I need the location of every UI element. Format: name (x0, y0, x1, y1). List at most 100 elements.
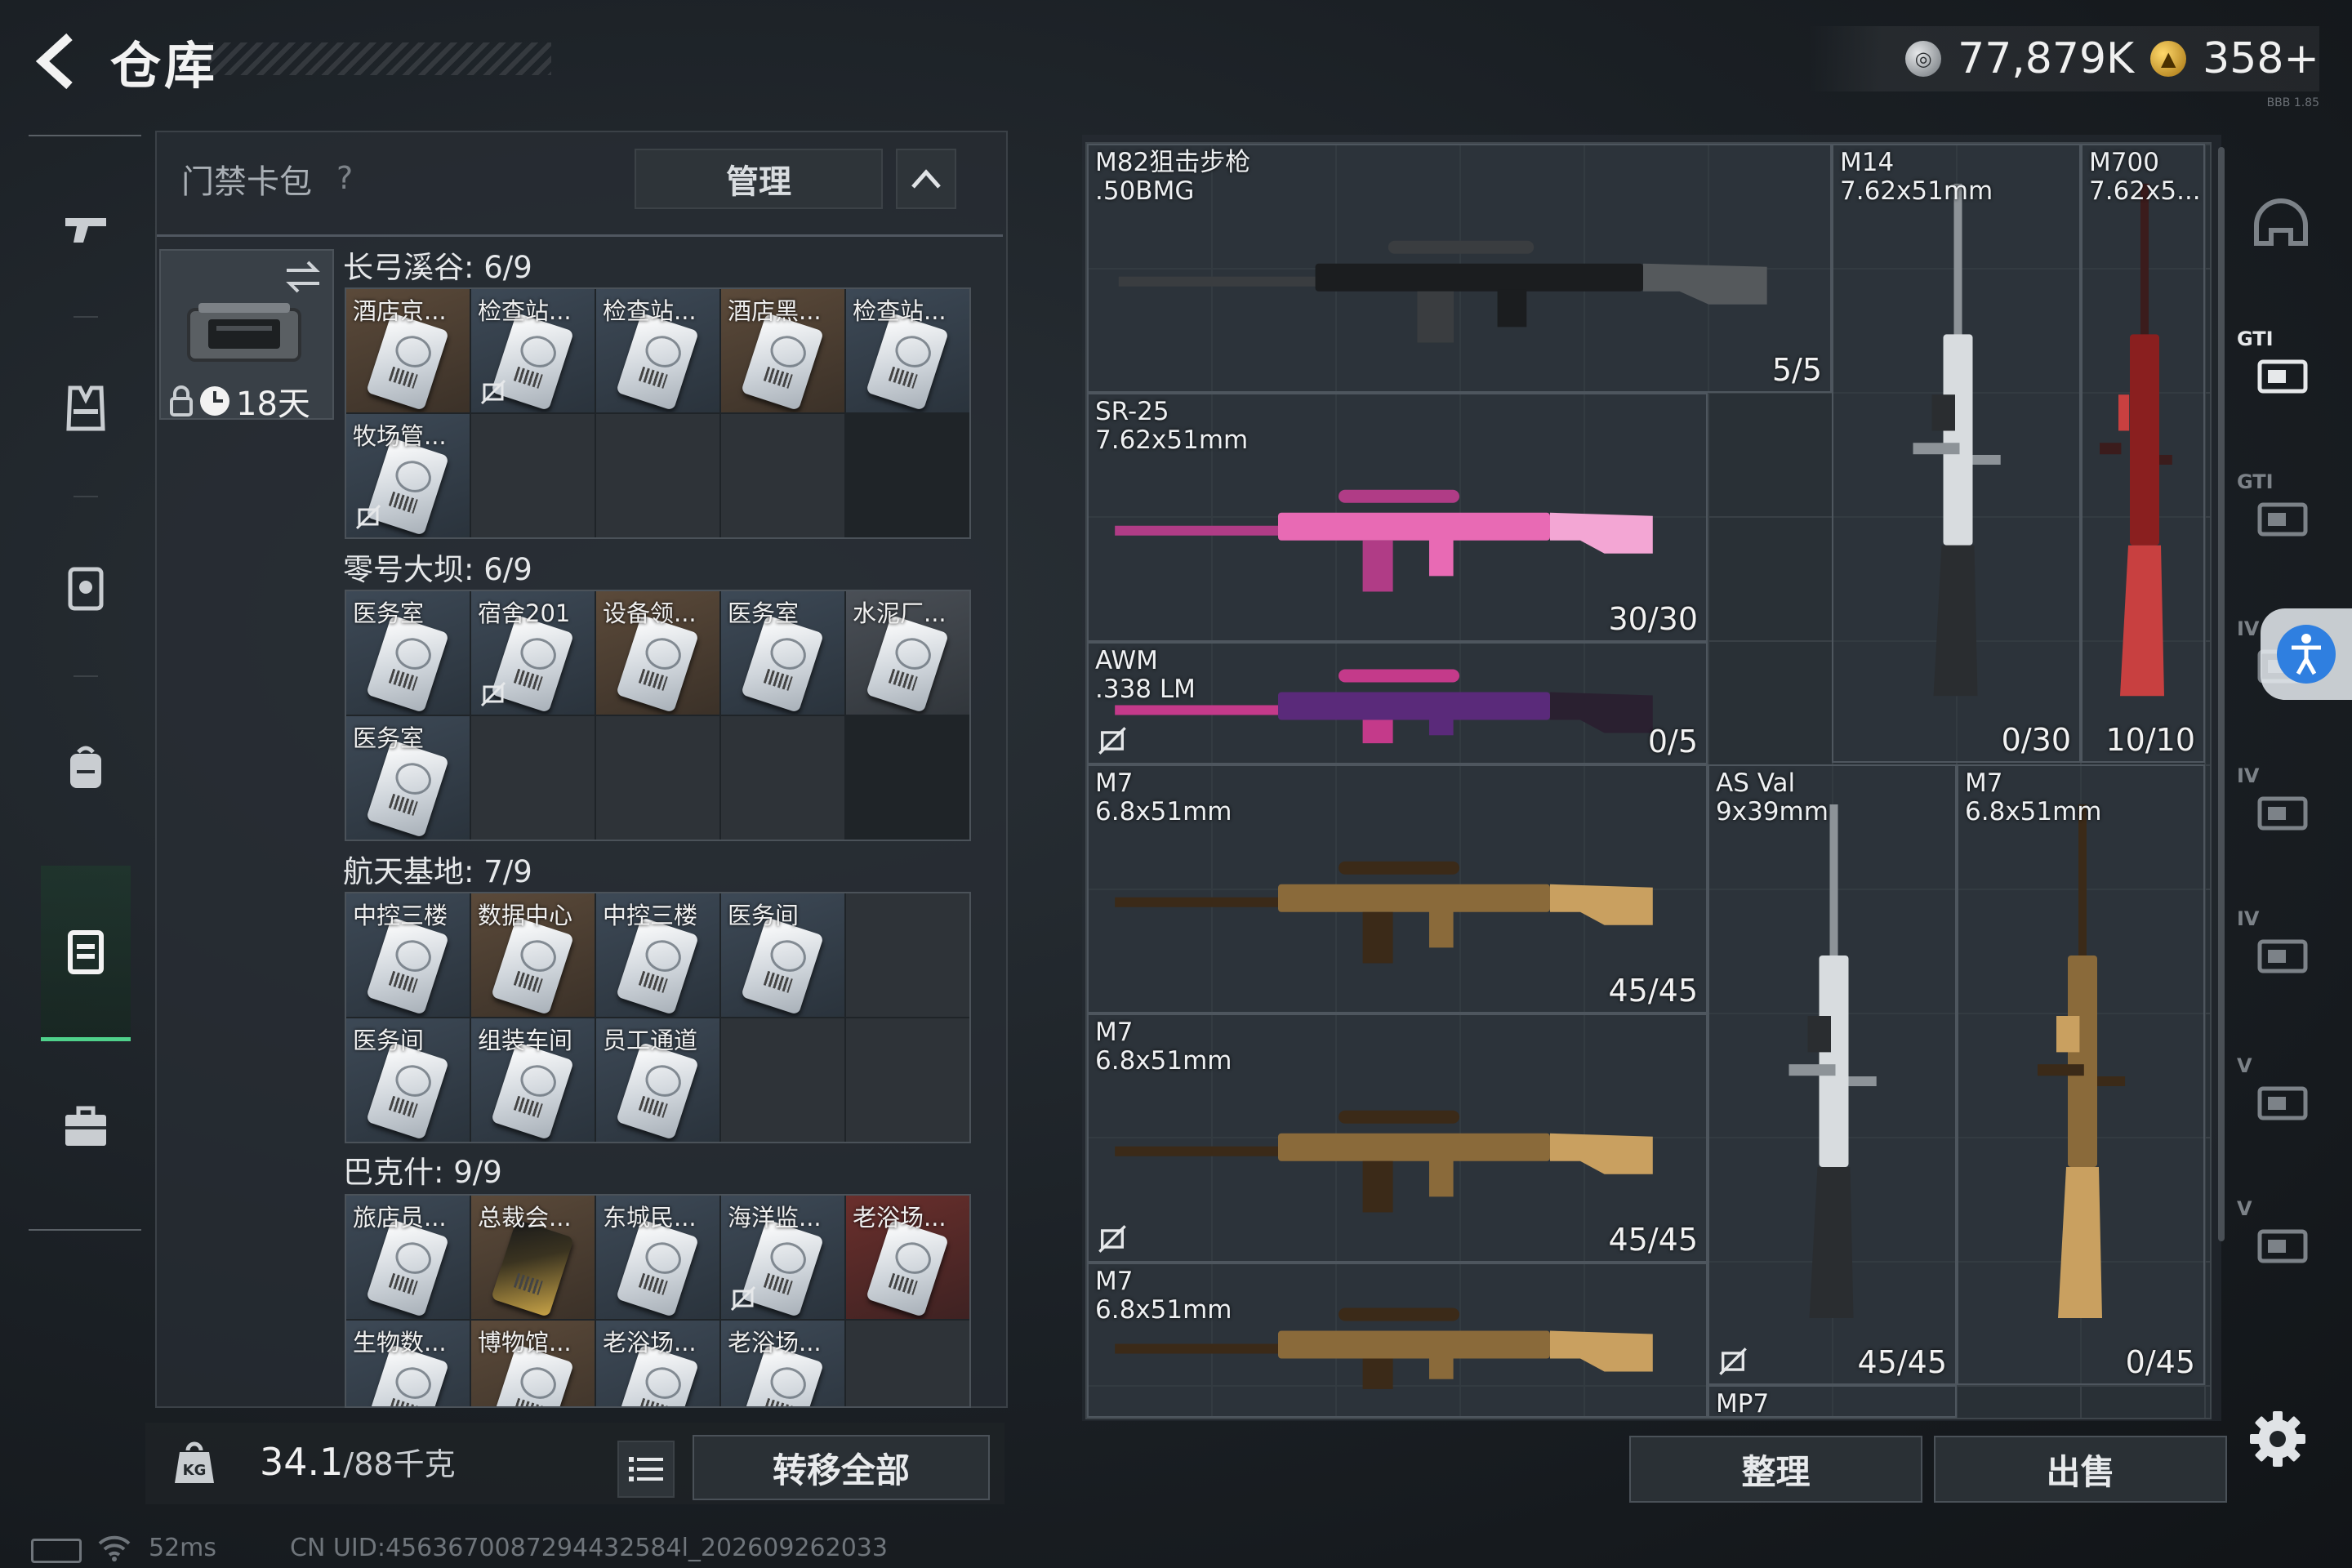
weapon-item[interactable]: MP7 (1708, 1385, 1957, 1418)
keycard-slot[interactable]: 员工通道 (596, 1018, 719, 1142)
keycard-label: 总裁会... (478, 1204, 572, 1232)
keycard-slot[interactable]: 宿舍201 (471, 591, 595, 715)
weapon-item[interactable]: M7 6.8x51mm 0/45 (1957, 764, 2205, 1385)
keycard-slot[interactable]: 组装车间 (471, 1018, 595, 1142)
weapon-item[interactable]: M700 7.62x5... 10/10 (2081, 144, 2205, 763)
user-uid: CN UID:4563670087294432584l_202609262033 (290, 1534, 888, 1562)
help-icon[interactable]: ? (336, 160, 353, 196)
gear-icon[interactable] (2247, 1409, 2308, 1469)
weapon-name: AWM .338 LM (1095, 647, 1196, 704)
keycard-grid: 旅店员... 总裁会... 东城民... 海洋监... 老浴场... 生物数... 博物馆.… (345, 1194, 971, 1408)
keycard-slot[interactable]: 医务间 (721, 893, 844, 1017)
keycard-slot[interactable]: 酒店黑... (721, 289, 844, 412)
filter-tier-4-folder[interactable]: IV (2237, 764, 2320, 846)
keycard-slot[interactable]: 旅店员... (346, 1196, 470, 1319)
weapon-item[interactable]: AS Val 9x39mm 45/45 (1708, 764, 1957, 1385)
nav-armor[interactable] (41, 543, 131, 633)
weapon-item[interactable]: M82狙击步枪 .50BMG 5/5 (1087, 144, 1832, 393)
weapon-name: M14 7.62x51mm (1840, 149, 1993, 206)
transfer-all-button[interactable]: 转移全部 (693, 1435, 990, 1500)
tier-label: IV (2237, 617, 2260, 640)
keycard-slot[interactable]: 牧场管... (346, 414, 470, 537)
manage-button[interactable]: 管理 (635, 149, 883, 209)
ammo-count: 30/30 (1608, 601, 1698, 637)
keycard-slot[interactable]: 检查站... (596, 289, 719, 412)
no-trade-icon (480, 379, 506, 405)
filter-tier-5[interactable]: V (2237, 1197, 2320, 1279)
weapon-name: M82狙击步枪 .50BMG (1095, 149, 1250, 206)
keycard-slot[interactable]: 生物数... (346, 1321, 470, 1406)
keycard-slot[interactable]: 设备领... (596, 591, 719, 715)
keycard-slot[interactable]: 酒店京... (346, 289, 470, 412)
collapse-button[interactable] (896, 149, 956, 209)
no-trade-icon (1719, 1348, 1747, 1375)
keycard-slot[interactable]: 医务室 (346, 591, 470, 715)
toolbox-icon (65, 1106, 106, 1146)
keycard-icon (616, 1219, 699, 1317)
keycard-icon (741, 917, 824, 1015)
back-button[interactable] (24, 29, 90, 94)
keycard-slot[interactable]: 博物馆... (471, 1321, 595, 1406)
keycard-slot[interactable]: 东城民... (596, 1196, 719, 1319)
weapon-item[interactable]: M7 6.8x51mm 45/45 (1087, 1013, 1708, 1263)
battery-icon (31, 1539, 82, 1563)
keycard-slot[interactable]: 老浴场... (846, 1196, 969, 1319)
weapon-item[interactable]: AWM .338 LM 0/5 (1087, 642, 1708, 764)
nav-backpack[interactable] (41, 723, 131, 813)
filter-gti-vehicle[interactable]: GTI (2237, 327, 2320, 409)
section-title: 长弓溪谷: 6/9 (343, 250, 532, 285)
list-view-button[interactable] (617, 1441, 675, 1498)
keycard-label: 数据中心 (478, 902, 573, 929)
keycard-slot[interactable]: 海洋监... (721, 1196, 844, 1319)
keycard-slot[interactable]: 中控三楼 (596, 893, 719, 1017)
swap-icon[interactable] (283, 259, 323, 295)
rail-separator (74, 675, 98, 677)
weapon-item[interactable]: M14 7.62x51mm 0/30 (1832, 144, 2081, 763)
keycard-slot[interactable]: 医务室 (721, 591, 844, 715)
keycard-slot[interactable]: 数据中心 (471, 893, 595, 1017)
ammo-count: 5/5 (1771, 352, 1822, 388)
nav-toolbox[interactable] (41, 1082, 131, 1172)
ammo-count: 0/30 (2001, 722, 2071, 758)
container-header: 门禁卡包 ? 管理 (157, 132, 1003, 237)
empty-slot (846, 1018, 969, 1142)
filter-tier-5[interactable]: V (2237, 1054, 2320, 1136)
nav-pistol[interactable] (41, 184, 131, 274)
list-icon (629, 1457, 663, 1481)
accessibility-button[interactable] (2261, 608, 2352, 700)
weapon-item[interactable]: M7 6.8x51mm 45/45 (1087, 764, 1708, 1013)
weapon-model: AWM (1095, 646, 1158, 675)
left-nav-rail (29, 135, 143, 1233)
keycard-slot[interactable]: 水泥厂... (846, 591, 969, 715)
keycard-slot[interactable]: 老浴场... (596, 1321, 719, 1406)
keycard-slot[interactable]: 总裁会... (471, 1196, 595, 1319)
keycard-slot[interactable]: 医务间 (346, 1018, 470, 1142)
keycard-icon (616, 313, 699, 411)
sell-button[interactable]: 出售 (1934, 1436, 2227, 1503)
weapon-item[interactable]: SR-25 7.62x51mm 30/30 (1087, 393, 1708, 642)
accessibility-icon (2277, 625, 2336, 684)
keycard-label: 检查站... (853, 297, 947, 325)
keycard-slot[interactable]: 老浴场... (721, 1321, 844, 1406)
weapon-caliber: .338 LM (1095, 675, 1196, 704)
keycard-bag-item[interactable]: 18天 (159, 249, 334, 423)
filter-helmet[interactable] (2242, 188, 2320, 266)
keycard-slot[interactable]: 中控三楼 (346, 893, 470, 1017)
nav-vest[interactable] (41, 363, 131, 453)
ammo-count: 45/45 (1857, 1344, 1947, 1380)
keycard-label: 海洋监... (728, 1204, 822, 1232)
keycard-slot[interactable]: 检查站... (471, 289, 595, 412)
keycard-icon (741, 615, 824, 713)
weapon-model: AS Val (1716, 768, 1796, 798)
filter-tier-4-folder[interactable]: IV (2237, 907, 2320, 989)
filter-gti-box[interactable]: GTI (2237, 470, 2320, 552)
sort-button[interactable]: 整理 (1629, 1436, 1922, 1503)
keycard-slot[interactable]: 医务室 (346, 716, 470, 840)
keycard-label: 东城民... (603, 1204, 697, 1232)
gold-coin-amount[interactable]: 358+ (2203, 34, 2319, 83)
weapon-item[interactable]: M7 6.8x51mm (1087, 1263, 1708, 1418)
keycard-slot[interactable]: 检查站... (846, 289, 969, 412)
nav-keycard-case[interactable] (41, 906, 131, 996)
silver-coin-amount: 77,879K (1958, 34, 2135, 83)
keycard-label: 老浴场... (853, 1204, 947, 1232)
